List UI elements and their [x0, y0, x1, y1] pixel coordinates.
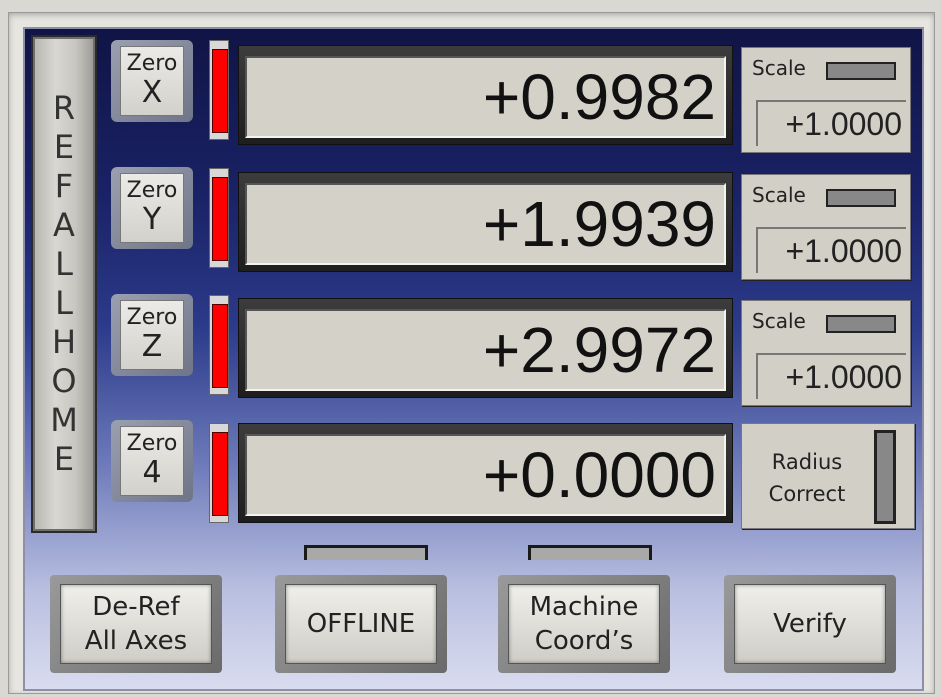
deref-line2: All Axes: [84, 626, 188, 656]
zero-y-label: Zero: [126, 178, 178, 203]
zero-z-axis: Z: [141, 329, 163, 364]
z-dro-value: +2.9972: [482, 314, 716, 386]
machine-coords-indicator: [528, 545, 652, 560]
ref-all-home-button[interactable]: REF ALL HOME: [33, 37, 95, 531]
zero-4-button[interactable]: Zero 4: [111, 420, 193, 502]
z-ref-led: [209, 295, 229, 395]
verify-button[interactable]: Verify: [724, 575, 896, 673]
radius-correct-button[interactable]: Radius Correct: [741, 423, 915, 529]
radius-correct-line1: Radius: [771, 450, 843, 474]
offline-label: OFFLINE: [306, 609, 416, 639]
y-scale-box[interactable]: Scale +1.0000: [741, 174, 911, 280]
y-dro-value: +1.9939: [482, 188, 716, 260]
machine-line2: Coord’s: [534, 626, 634, 656]
machine-coords-button[interactable]: Machine Coord’s: [498, 575, 670, 673]
x-scale-box[interactable]: Scale +1.0000: [741, 47, 911, 153]
y-dro-display[interactable]: +1.9939: [238, 172, 733, 272]
zero-x-axis: X: [141, 75, 163, 110]
zero-y-axis: Y: [142, 202, 162, 237]
y-scale-indicator: [826, 189, 896, 207]
z-dro-display[interactable]: +2.9972: [238, 298, 733, 398]
x-scale-indicator: [826, 62, 896, 80]
zero-4-axis: 4: [142, 455, 162, 490]
z-scale-label: Scale: [752, 309, 806, 333]
zero-z-label: Zero: [126, 305, 178, 330]
z-scale-indicator: [826, 315, 896, 333]
zero-4-label: Zero: [126, 431, 178, 456]
offline-button[interactable]: OFFLINE: [275, 575, 447, 673]
z-scale-value: +1.0000: [756, 353, 906, 399]
x-ref-led: [209, 40, 229, 140]
y-scale-label: Scale: [752, 183, 806, 207]
a4-dro-display[interactable]: +0.0000: [238, 423, 733, 523]
radius-correct-indicator: [874, 430, 896, 524]
y-scale-value: +1.0000: [756, 227, 906, 273]
zero-y-button[interactable]: Zero Y: [111, 167, 193, 249]
deref-all-axes-button[interactable]: De-Ref All Axes: [50, 575, 222, 673]
offline-indicator: [304, 545, 428, 560]
a4-dro-value: +0.0000: [482, 439, 716, 511]
deref-line1: De-Ref: [92, 592, 180, 622]
x-dro-display[interactable]: +0.9982: [238, 45, 733, 145]
zero-x-label: Zero: [126, 51, 178, 76]
machine-line1: Machine: [529, 592, 639, 622]
z-scale-box[interactable]: Scale +1.0000: [741, 300, 911, 406]
verify-label: Verify: [773, 609, 847, 639]
zero-x-button[interactable]: Zero X: [111, 40, 193, 122]
radius-correct-line2: Correct: [768, 482, 846, 506]
zero-z-button[interactable]: Zero Z: [111, 294, 193, 376]
x-dro-value: +0.9982: [482, 61, 716, 133]
ref-all-home-label: REF ALL HOME: [50, 89, 78, 478]
a4-ref-led: [209, 423, 229, 523]
y-ref-led: [209, 168, 229, 268]
x-scale-label: Scale: [752, 56, 806, 80]
x-scale-value: +1.0000: [756, 100, 906, 146]
